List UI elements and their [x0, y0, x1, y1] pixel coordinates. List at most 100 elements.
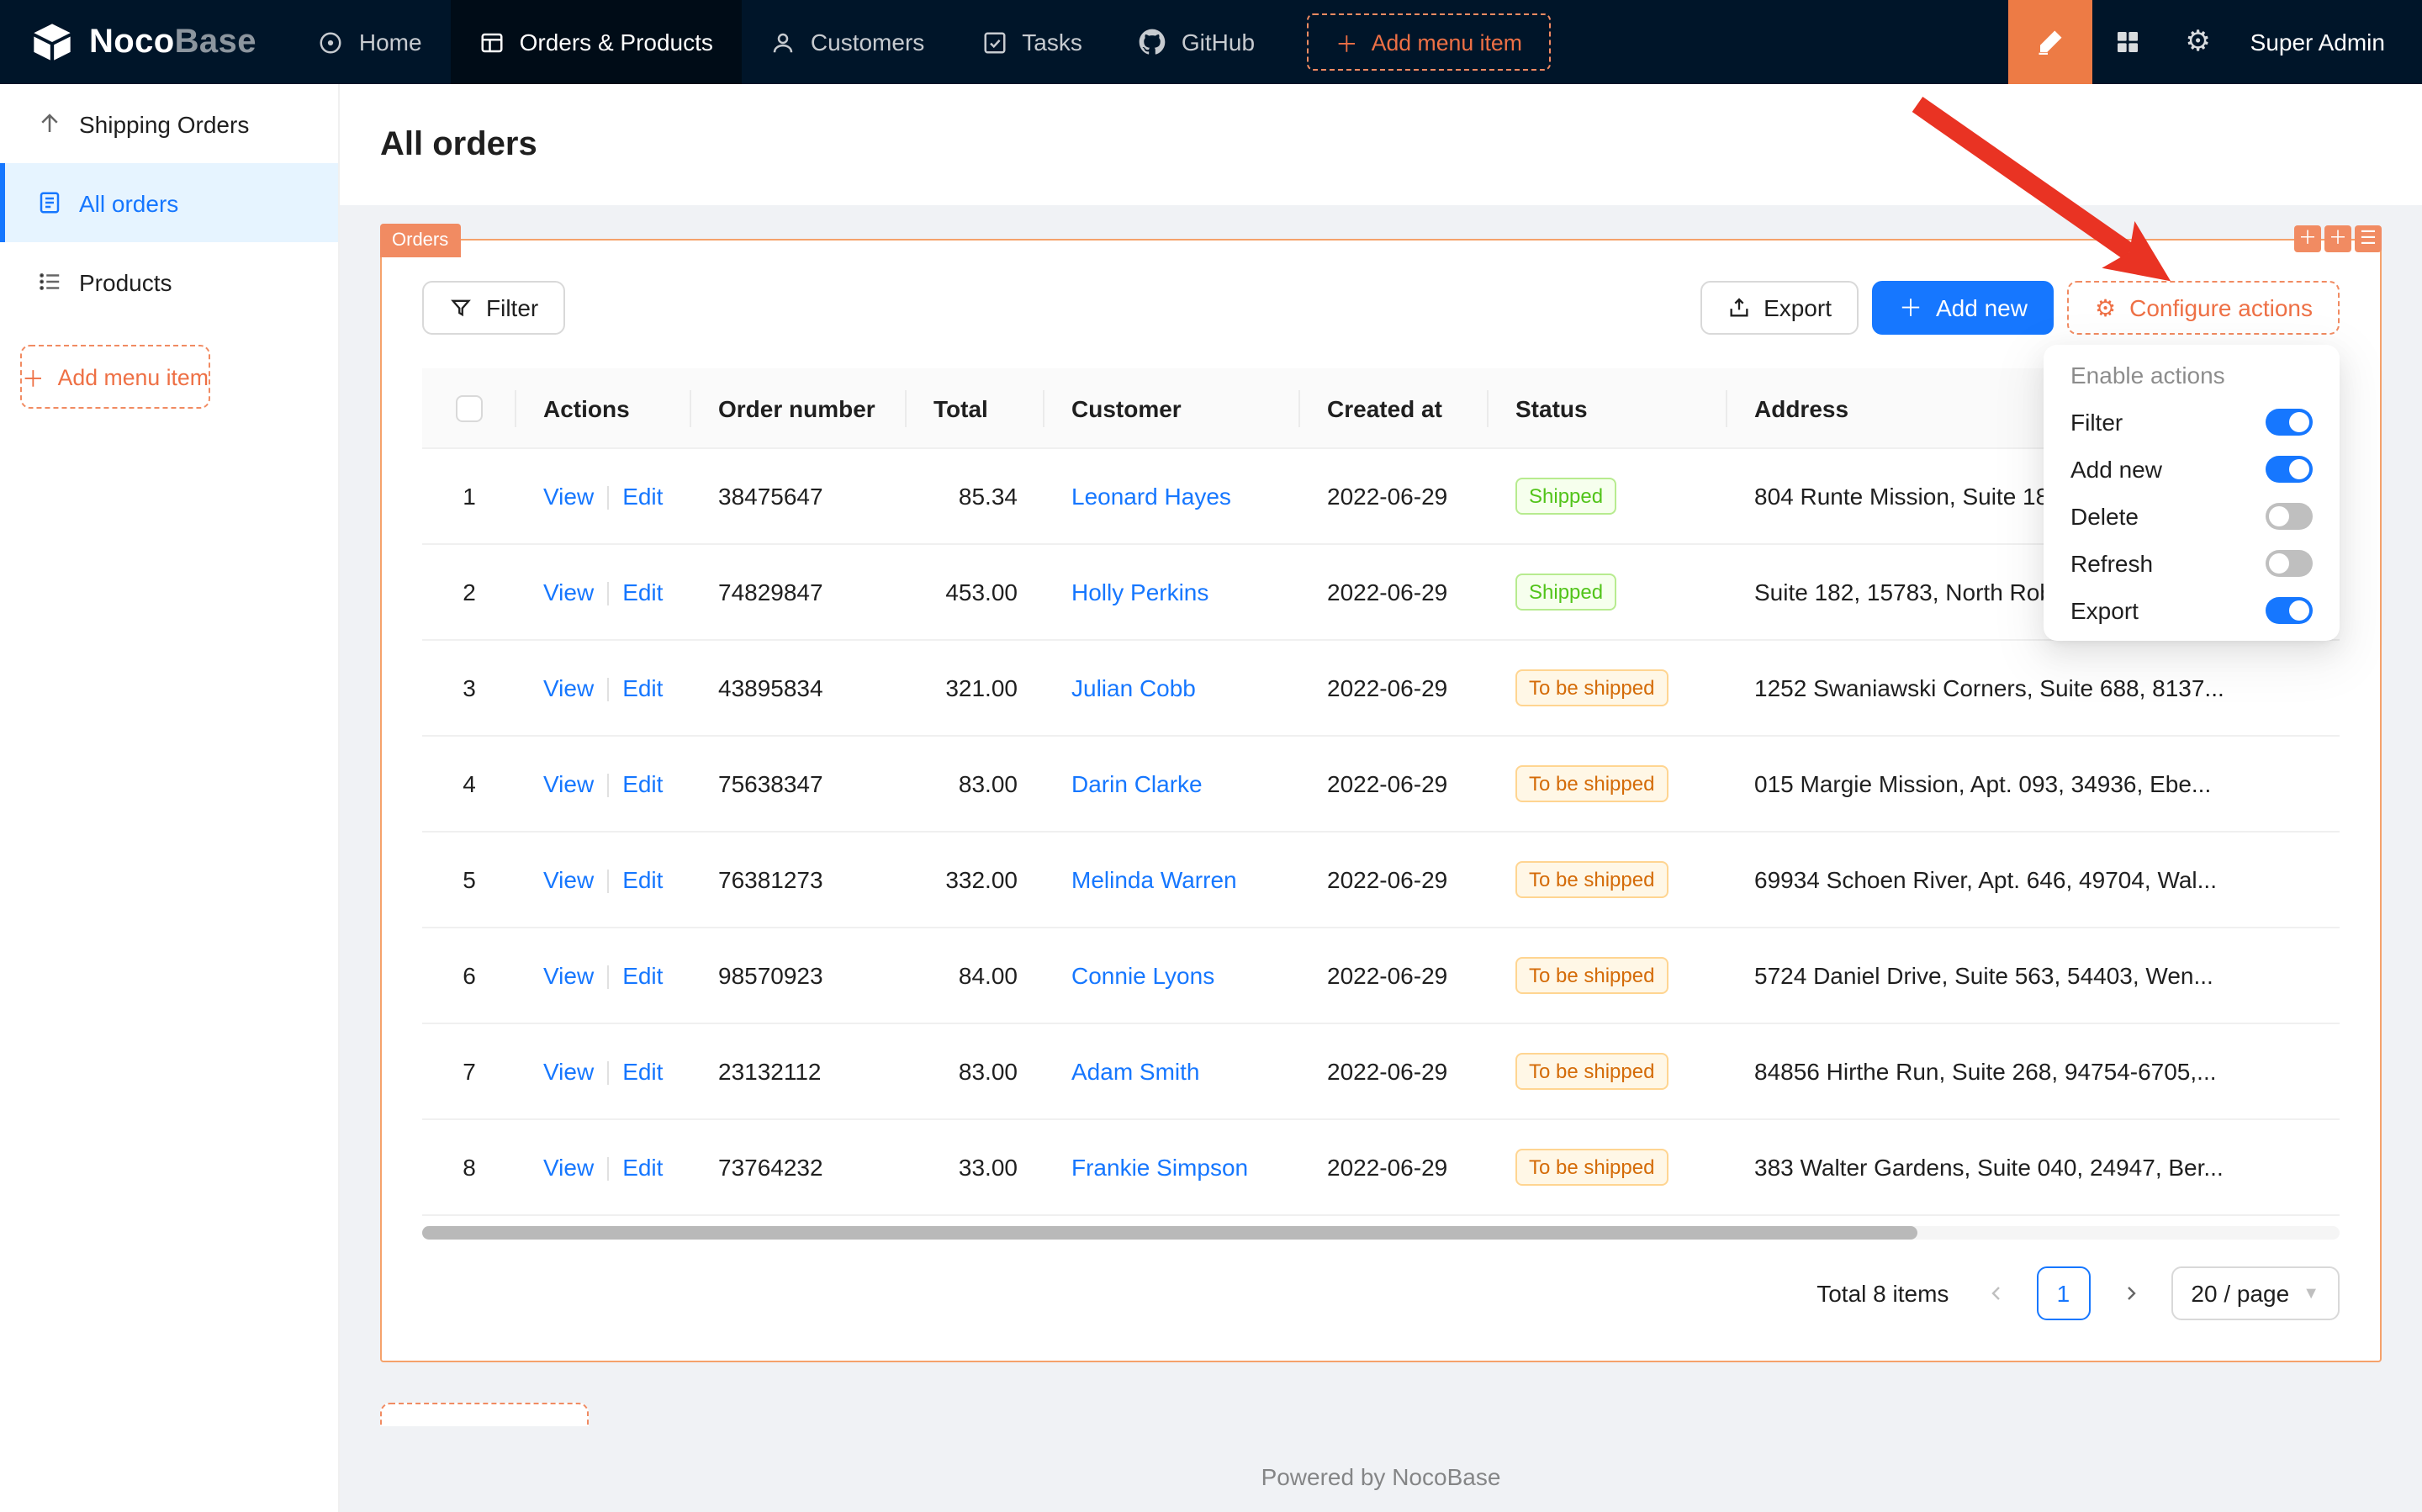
nav-item-orders-products[interactable]: Orders & Products	[451, 0, 742, 84]
column-header-total[interactable]: Total	[907, 368, 1044, 449]
sidebar-item-products[interactable]: Products	[0, 242, 338, 321]
action-divider	[607, 487, 609, 510]
nav-item-label: Orders & Products	[520, 29, 713, 56]
block-designer-toolbar: ＋ ＋ ☰	[2294, 225, 2382, 252]
column-header-customer[interactable]: Customer	[1044, 368, 1300, 449]
nav-item-home[interactable]: Home	[290, 0, 451, 84]
sidebar-item-all-orders[interactable]: All orders	[0, 163, 338, 242]
view-link[interactable]: View	[543, 866, 594, 893]
toggle-switch[interactable]	[2266, 597, 2313, 624]
select-all-checkbox[interactable]	[456, 396, 483, 423]
chevron-down-icon: ▼	[2303, 1285, 2319, 1303]
order-number-cell: 23132112	[691, 1024, 907, 1120]
sidebar-item-shipping-orders[interactable]: Shipping Orders	[0, 84, 338, 163]
edit-link[interactable]: Edit	[622, 674, 663, 701]
nav-item-customers[interactable]: Customers	[742, 0, 953, 84]
block-menu-icon[interactable]: ☰	[2355, 225, 2382, 252]
toggle-switch[interactable]	[2266, 456, 2313, 483]
edit-link[interactable]: Edit	[622, 483, 663, 510]
column-header-created-at[interactable]: Created at	[1300, 368, 1489, 449]
export-button[interactable]: Export	[1700, 281, 1859, 335]
enable-action-item-refresh[interactable]: Refresh	[2050, 540, 2333, 587]
edit-link[interactable]: Edit	[622, 1154, 663, 1181]
view-link[interactable]: View	[543, 1058, 594, 1085]
edit-link[interactable]: Edit	[622, 1058, 663, 1085]
user-menu[interactable]: Super Admin	[2234, 29, 2422, 56]
enable-action-item-delete[interactable]: Delete	[2050, 493, 2333, 540]
pagination: Total 8 items 1 20 / page ▼	[422, 1267, 2340, 1321]
customer-link[interactable]: Melinda Warren	[1071, 867, 1237, 894]
view-link[interactable]: View	[543, 674, 594, 701]
total-cell: 84.00	[907, 928, 1044, 1024]
row-index: 7	[463, 1059, 476, 1086]
table-row[interactable]: 5 ViewEdit 76381273 332.00 Melinda Warre…	[422, 833, 2340, 928]
table-row[interactable]: 4 ViewEdit 75638347 83.00 Darin Clarke 2…	[422, 737, 2340, 833]
enable-action-item-export[interactable]: Export	[2050, 587, 2333, 634]
view-link[interactable]: View	[543, 1154, 594, 1181]
brand-logo[interactable]: NocoBase	[0, 0, 290, 84]
column-header-actions[interactable]: Actions	[516, 368, 691, 449]
created-at-cell: 2022-06-29	[1300, 641, 1489, 737]
status-tag: Shipped	[1515, 574, 1616, 611]
action-divider	[607, 870, 609, 894]
initializer-plus-icon[interactable]: ＋	[2294, 225, 2321, 252]
table-row[interactable]: 6 ViewEdit 98570923 84.00 Connie Lyons 2…	[422, 928, 2340, 1024]
total-cell: 321.00	[907, 641, 1044, 737]
customer-link[interactable]: Julian Cobb	[1071, 675, 1196, 702]
order-number-cell: 43895834	[691, 641, 907, 737]
table-row[interactable]: 7 ViewEdit 23132112 83.00 Adam Smith 202…	[422, 1024, 2340, 1120]
highlighter-pen-icon	[2035, 27, 2065, 57]
sidebar-add-menu-item-button[interactable]: ＋ Add menu item	[20, 345, 210, 409]
address-cell: 1252 Swaniawski Corners, Suite 688, 8137…	[1727, 641, 2340, 737]
initializer-plus-icon-2[interactable]: ＋	[2324, 225, 2351, 252]
view-link[interactable]: View	[543, 579, 594, 605]
edit-link[interactable]: Edit	[622, 866, 663, 893]
toggle-switch[interactable]	[2266, 503, 2313, 530]
pagination-prev-button[interactable]	[1969, 1267, 2023, 1321]
view-link[interactable]: View	[543, 483, 594, 510]
toggle-switch[interactable]	[2266, 550, 2313, 577]
view-link[interactable]: View	[543, 770, 594, 797]
customer-link[interactable]: Frankie Simpson	[1071, 1155, 1248, 1182]
nav-add-menu-item-button[interactable]: ＋ Add menu item	[1307, 13, 1551, 71]
block-designer-tag: Orders	[380, 224, 460, 257]
table-row[interactable]: 8 ViewEdit 73764232 33.00 Frankie Simpso…	[422, 1120, 2340, 1216]
created-at-cell: 2022-06-29	[1300, 833, 1489, 928]
add-new-button[interactable]: ＋ Add new	[1872, 281, 2054, 335]
page-size-select[interactable]: 20 / page ▼	[2171, 1267, 2340, 1321]
status-tag: To be shipped	[1515, 670, 1668, 707]
horizontal-scrollbar-thumb[interactable]	[422, 1227, 1917, 1240]
customer-link[interactable]: Connie Lyons	[1071, 963, 1214, 990]
configure-actions-button[interactable]: ⚙ Configure actions	[2068, 281, 2340, 335]
edit-link[interactable]: Edit	[622, 962, 663, 989]
table-row[interactable]: 3 ViewEdit 43895834 321.00 Julian Cobb 2…	[422, 641, 2340, 737]
edit-link[interactable]: Edit	[622, 770, 663, 797]
enable-action-item-add-new[interactable]: Add new	[2050, 446, 2333, 493]
order-number-cell: 38475647	[691, 449, 907, 545]
pagination-page-1[interactable]: 1	[2036, 1267, 2090, 1321]
view-link[interactable]: View	[543, 962, 594, 989]
customer-link[interactable]: Adam Smith	[1071, 1059, 1200, 1086]
column-header-status[interactable]: Status	[1489, 368, 1727, 449]
pagination-next-button[interactable]	[2103, 1267, 2157, 1321]
ui-editor-toggle-button[interactable]	[2008, 0, 2092, 84]
plus-icon: ＋	[415, 1420, 438, 1427]
toggle-switch[interactable]	[2266, 409, 2313, 436]
nav-item-tasks[interactable]: Tasks	[953, 0, 1111, 84]
add-block-button[interactable]: ＋ Add block	[380, 1404, 589, 1427]
toolbar-right-group: Export ＋ Add new ⚙ Configure actions	[1700, 281, 2340, 335]
customer-link[interactable]: Darin Clarke	[1071, 771, 1203, 798]
main-area: All orders Orders ＋ ＋ ☰ Filter	[340, 84, 2422, 1512]
customer-link[interactable]: Holly Perkins	[1071, 579, 1208, 606]
column-header-order-number[interactable]: Order number	[691, 368, 907, 449]
created-at-cell: 2022-06-29	[1300, 1024, 1489, 1120]
customer-link[interactable]: Leonard Hayes	[1071, 484, 1231, 510]
order-number-cell: 73764232	[691, 1120, 907, 1216]
settings-gear-icon[interactable]: ⚙	[2163, 0, 2234, 84]
orders-file-icon	[37, 190, 62, 215]
filter-button[interactable]: Filter	[422, 281, 565, 335]
enable-action-item-filter[interactable]: Filter	[2050, 399, 2333, 446]
plugins-grid-icon[interactable]	[2092, 0, 2163, 84]
edit-link[interactable]: Edit	[622, 579, 663, 605]
nav-item-github[interactable]: GitHub	[1111, 0, 1283, 84]
